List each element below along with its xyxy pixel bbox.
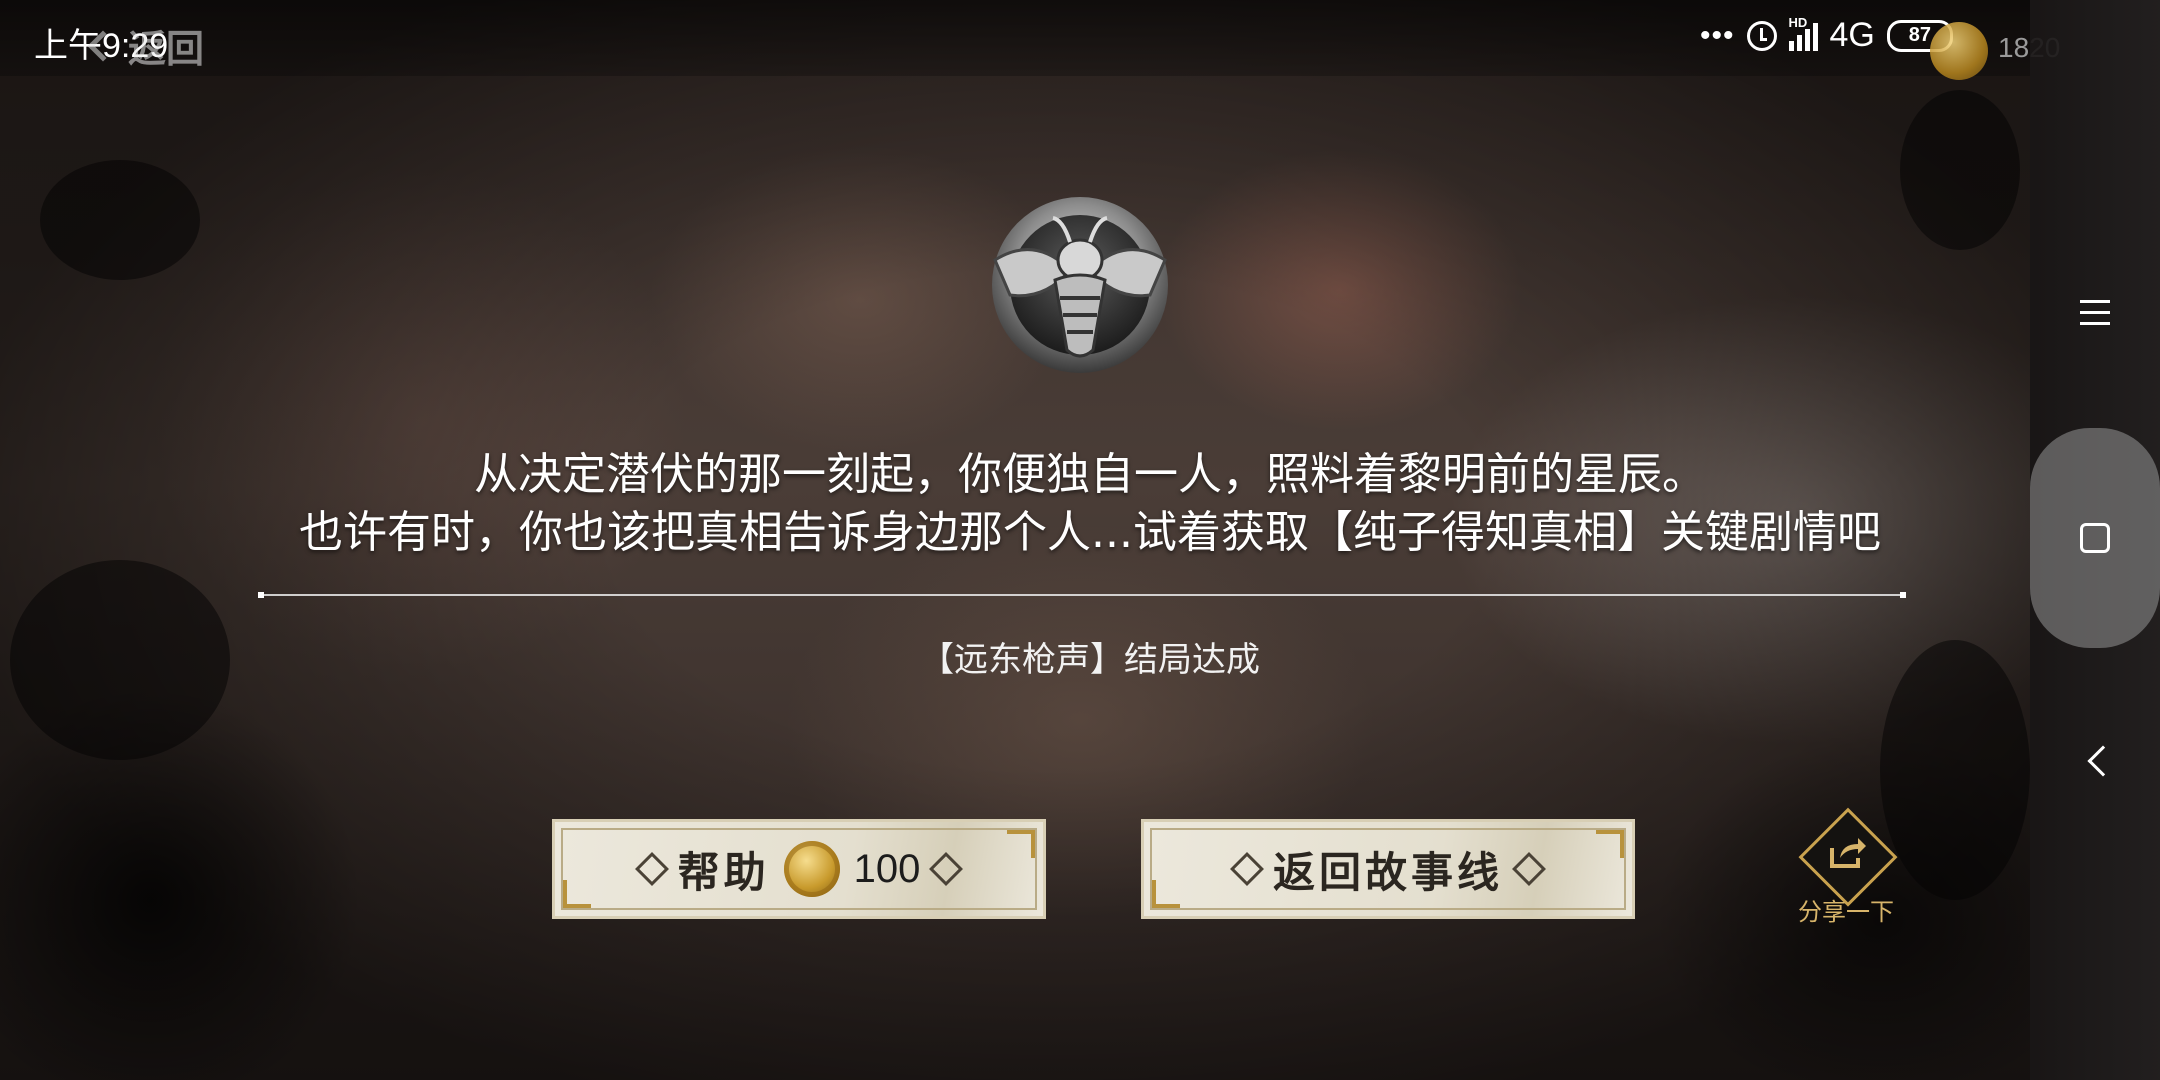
share-button[interactable]: 分享一下	[1790, 807, 1902, 928]
status-icons: ••• HD 4G 87	[1700, 15, 1953, 55]
status-bar: 上午9:29 返回 ••• HD 4G 87	[0, 0, 2030, 76]
alarm-icon	[1746, 20, 1777, 51]
hd-badge: HD	[1788, 14, 1808, 30]
diamond-ornament-icon	[1512, 852, 1546, 886]
battery-level: 87	[1908, 24, 1931, 46]
corner-ornament	[1152, 880, 1180, 908]
corner-ornament	[1596, 830, 1624, 858]
message-line-1: 从决定潜伏的那一刻起，你便独自一人，照料着黎明前的星辰。	[474, 449, 1706, 500]
message-line-2: 也许有时，你也该把真相告诉身边那个人...试着获取【纯子得知真相】关键剧情吧	[299, 507, 1881, 558]
back-button[interactable]: 返回	[87, 18, 205, 73]
diamond-ornament-icon	[929, 852, 964, 886]
coin-icon	[1930, 22, 1988, 80]
menu-icon[interactable]	[2080, 300, 2110, 333]
help-cost: 100	[853, 846, 921, 891]
story-message: 从决定潜伏的那一刻起，你便独自一人，照料着黎明前的星辰。 也许有时，你也该把真相…	[190, 446, 1990, 562]
bee-crest-emblem-icon	[992, 197, 1168, 373]
diamond-ornament-icon	[634, 852, 669, 886]
back-label: 返回	[128, 26, 205, 71]
home-icon[interactable]	[2080, 523, 2110, 553]
share-icon	[1830, 838, 1866, 868]
return-storyline-label: 返回故事线	[1272, 847, 1503, 897]
return-storyline-button[interactable]: 返回故事线	[1141, 819, 1635, 919]
diamond-ornament-icon	[1230, 852, 1264, 886]
corner-ornament	[563, 880, 591, 908]
share-label: 分享一下	[1798, 898, 1894, 926]
corner-ornament	[1007, 830, 1035, 858]
network-type: 4G	[1829, 16, 1875, 54]
divider	[258, 592, 1906, 598]
help-label: 帮助	[677, 847, 770, 897]
signal-icon: HD	[1788, 15, 1818, 51]
more-dots-icon: •••	[1700, 18, 1735, 52]
coin-icon	[783, 841, 840, 897]
help-button[interactable]: 帮助 100	[552, 819, 1046, 919]
chevron-left-icon	[87, 29, 119, 62]
ending-achieved-text: 【远东枪声】结局达成	[920, 640, 1260, 680]
